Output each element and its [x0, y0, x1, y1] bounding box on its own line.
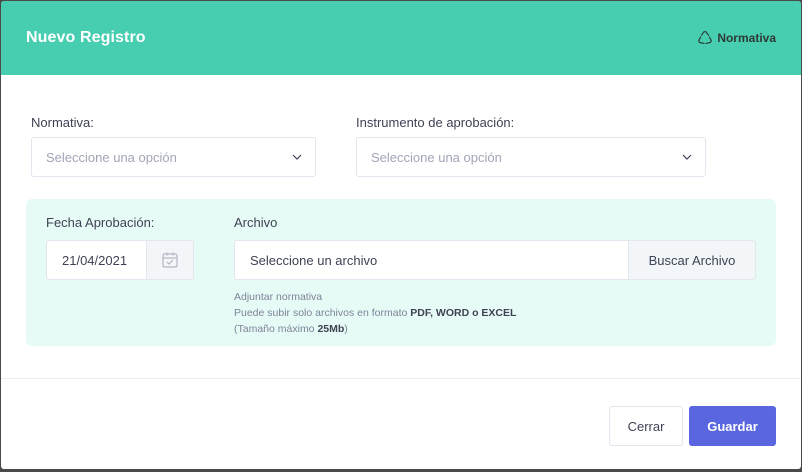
calendar-icon: [162, 252, 178, 268]
instrumento-select[interactable]: Seleccione una opción: [356, 137, 706, 177]
chevron-down-icon: [682, 154, 692, 160]
modal-title: Nuevo Registro: [26, 29, 146, 46]
browse-file-button[interactable]: Buscar Archivo: [628, 240, 756, 280]
file-input[interactable]: Seleccione un archivo: [234, 240, 628, 280]
close-button[interactable]: Cerrar: [609, 406, 683, 446]
modal-footer: Cerrar Guardar: [1, 379, 801, 469]
normativa-label: Normativa:: [31, 115, 94, 130]
date-input[interactable]: 21/04/2021: [46, 240, 146, 280]
allowed-formats: PDF, WORD o EXCEL: [410, 307, 517, 319]
help-line-2: Puede subir solo archivos en formato PDF…: [234, 307, 517, 319]
help-line-1: Adjuntar normativa: [234, 291, 323, 303]
modal-header: Nuevo Registro Normativa: [1, 1, 801, 75]
fecha-label: Fecha Aprobación:: [46, 215, 155, 230]
calendar-button[interactable]: [146, 240, 194, 280]
brand-label: Normativa: [717, 31, 776, 45]
instrumento-label: Instrumento de aprobación:: [356, 115, 515, 130]
chevron-down-icon: [292, 154, 302, 160]
normativa-select[interactable]: Seleccione una opción: [31, 137, 316, 177]
recycle-icon: [698, 31, 713, 44]
file-picker: Seleccione un archivo Buscar Archivo: [234, 240, 756, 280]
save-button[interactable]: Guardar: [689, 406, 776, 446]
instrumento-select-placeholder: Seleccione una opción: [371, 149, 502, 165]
file-help-text: Adjuntar normativa Puede subir solo arch…: [234, 289, 516, 337]
help-line-3: (Tamaño máximo 25Mb): [234, 323, 348, 335]
upload-panel: Fecha Aprobación: 21/04/2021 Archivo Sel…: [26, 199, 776, 346]
normativa-select-placeholder: Seleccione una opción: [46, 149, 177, 165]
modal-body: Normativa: Seleccione una opción Instrum…: [1, 75, 801, 379]
archivo-label: Archivo: [234, 215, 278, 230]
new-record-modal: Nuevo Registro Normativa Normativa: Sele…: [1, 1, 801, 469]
max-size: 25Mb: [317, 323, 345, 335]
brand: Normativa: [696, 29, 776, 47]
date-picker: 21/04/2021: [46, 240, 194, 280]
